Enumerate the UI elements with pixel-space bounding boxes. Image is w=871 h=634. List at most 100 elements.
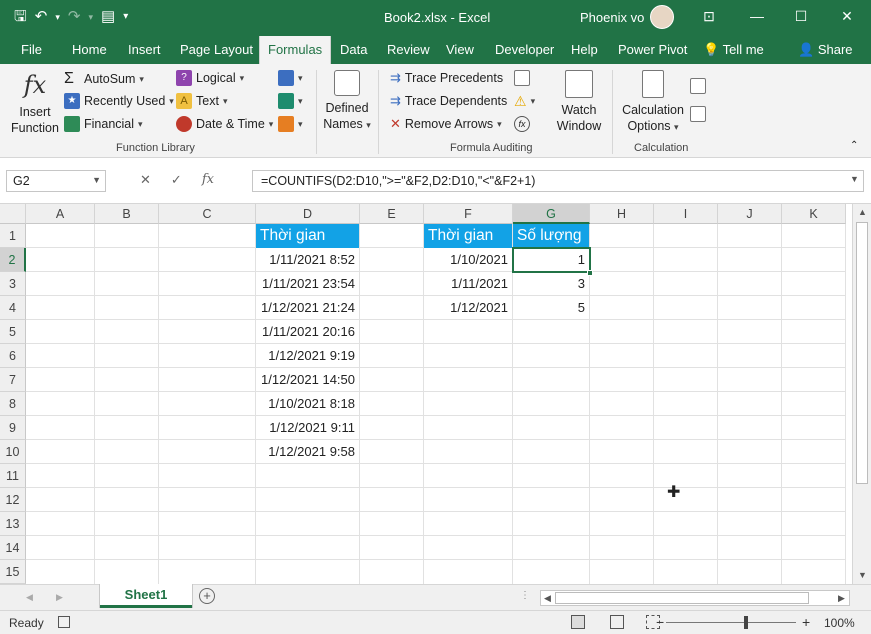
column-header[interactable]: D	[256, 204, 360, 224]
cell-d3[interactable]: 1/11/2021 23:54	[256, 272, 359, 296]
row-header[interactable]: 10	[0, 440, 26, 464]
tab-developer[interactable]: Developer	[495, 42, 554, 57]
worksheet-grid[interactable]: A B C D E F G H I J K 1 2 3 4 5 6 7 8 9 …	[0, 204, 852, 584]
vertical-scrollbar[interactable]: ▲ ▼	[852, 204, 871, 584]
recently-used-button[interactable]: ★ Recently Used ▾	[64, 93, 174, 109]
scroll-left-icon[interactable]: ◀	[544, 593, 551, 604]
column-header[interactable]: E	[360, 204, 424, 224]
sheet-scroll-left-icon[interactable]: ◀	[26, 592, 33, 603]
zoom-slider-thumb[interactable]	[744, 616, 748, 629]
cell-d10[interactable]: 1/12/2021 9:58	[256, 440, 359, 464]
row-header[interactable]: 3	[0, 272, 26, 296]
cell-f2[interactable]: 1/10/2021	[424, 248, 512, 272]
row-header[interactable]: 14	[0, 536, 26, 560]
redo-icon[interactable]: ↷	[68, 6, 81, 28]
cell-d9[interactable]: 1/12/2021 9:11	[256, 416, 359, 440]
sheet-scroll-right-icon[interactable]: ▶	[56, 592, 63, 603]
select-all-corner[interactable]	[0, 204, 26, 224]
insert-function-button[interactable]: fx Insert Function	[10, 70, 60, 136]
maximize-icon[interactable]: ☐	[791, 6, 811, 26]
autosum-button[interactable]: Σ AutoSum ▾	[64, 70, 144, 88]
row-header[interactable]: 8	[0, 392, 26, 416]
row-header[interactable]: 7	[0, 368, 26, 392]
calculation-options-button[interactable]: Calculation Options ▾	[620, 70, 686, 135]
remove-arrows-button[interactable]: ✕ Remove Arrows ▾	[390, 116, 502, 132]
horizontal-scrollbar[interactable]: ◀ ▶	[540, 590, 850, 606]
normal-view-icon[interactable]	[571, 615, 585, 629]
scroll-down-icon[interactable]: ▼	[858, 570, 867, 580]
zoom-slider[interactable]	[666, 622, 796, 623]
tab-formulas[interactable]: Formulas	[259, 36, 332, 64]
cell-d1[interactable]: Thời gian	[256, 224, 359, 248]
lookup-reference-button[interactable]: ▾	[278, 70, 303, 86]
tab-page-layout[interactable]: Page Layout	[180, 42, 253, 57]
cell-d7[interactable]: 1/12/2021 14:50	[256, 368, 359, 392]
cancel-icon[interactable]: ✕	[140, 172, 151, 188]
show-formulas-button[interactable]	[514, 70, 530, 86]
cell-d2[interactable]: 1/11/2021 8:52	[256, 248, 359, 272]
cell-f4[interactable]: 1/12/2021	[424, 296, 512, 320]
avatar[interactable]	[650, 5, 674, 29]
formula-input[interactable]: =COUNTIFS(D2:D10,">="&F2,D2:D10,"<"&F2+1…	[252, 170, 864, 192]
math-trig-button[interactable]: ▾	[278, 93, 303, 109]
cell-d8[interactable]: 1/10/2021 8:18	[256, 392, 359, 416]
cell-g4[interactable]: 5	[513, 296, 589, 320]
tab-data[interactable]: Data	[340, 42, 367, 57]
tab-view[interactable]: View	[446, 42, 474, 57]
add-sheet-icon[interactable]: +	[199, 588, 215, 604]
vertical-scroll-thumb[interactable]	[856, 222, 868, 484]
column-header[interactable]: B	[95, 204, 159, 224]
customize-qat-icon[interactable]: ▾	[123, 6, 128, 28]
column-header[interactable]: A	[26, 204, 95, 224]
tab-power-pivot[interactable]: Power Pivot	[618, 42, 687, 57]
error-checking-button[interactable]: ⚠ ▾	[514, 93, 535, 110]
column-header[interactable]: K	[782, 204, 846, 224]
zoom-in-icon[interactable]: +	[802, 614, 810, 630]
more-functions-button[interactable]: ▾	[278, 116, 303, 132]
cell-g2-selected[interactable]: 1	[512, 247, 591, 273]
row-header[interactable]: 13	[0, 512, 26, 536]
expand-formula-bar-icon[interactable]: ▼	[850, 174, 859, 184]
cell-f1[interactable]: Thời gian	[424, 224, 512, 248]
row-header[interactable]: 11	[0, 464, 26, 488]
cell-d6[interactable]: 1/12/2021 9:19	[256, 344, 359, 368]
redo-dropdown-icon[interactable]: ▾	[88, 6, 93, 28]
column-header[interactable]: H	[590, 204, 654, 224]
text-button[interactable]: A Text ▾	[176, 93, 227, 109]
row-header[interactable]: 4	[0, 296, 26, 320]
row-header[interactable]: 9	[0, 416, 26, 440]
cell-f3[interactable]: 1/11/2021	[424, 272, 512, 296]
cell-d5[interactable]: 1/11/2021 20:16	[256, 320, 359, 344]
horizontal-scroll-thumb[interactable]	[555, 592, 809, 604]
collapse-ribbon-icon[interactable]: ⌃	[850, 140, 858, 151]
scroll-right-icon[interactable]: ▶	[838, 593, 845, 604]
logical-button[interactable]: ? Logical ▾	[176, 70, 244, 86]
cell-d4[interactable]: 1/12/2021 21:24	[256, 296, 359, 320]
enter-icon[interactable]: ✓	[171, 172, 182, 188]
insert-function-icon[interactable]: fx	[202, 172, 214, 188]
row-header[interactable]: 1	[0, 224, 26, 248]
financial-button[interactable]: Financial ▾	[64, 116, 143, 132]
column-header[interactable]: C	[159, 204, 256, 224]
column-header[interactable]: J	[718, 204, 782, 224]
defined-names-button[interactable]: Defined Names ▾	[322, 70, 372, 133]
column-header[interactable]: I	[654, 204, 718, 224]
row-header[interactable]: 12	[0, 488, 26, 512]
macro-record-icon[interactable]	[58, 616, 70, 628]
tab-help[interactable]: Help	[571, 42, 598, 57]
row-header-selected[interactable]: 2	[0, 248, 26, 272]
row-header[interactable]: 6	[0, 344, 26, 368]
form-icon[interactable]: ▤	[101, 6, 115, 28]
row-header[interactable]: 5	[0, 320, 26, 344]
zoom-level[interactable]: 100%	[824, 616, 855, 630]
zoom-out-icon[interactable]: −	[656, 614, 664, 630]
scroll-up-icon[interactable]: ▲	[858, 207, 867, 217]
cell-g3[interactable]: 3	[513, 272, 589, 296]
column-header-selected[interactable]: G	[513, 204, 590, 224]
tab-insert[interactable]: Insert	[128, 42, 161, 57]
share-button[interactable]: 👤 Share	[798, 42, 853, 58]
calculate-now-button[interactable]	[690, 78, 706, 94]
trace-dependents-button[interactable]: ⇉ Trace Dependents	[390, 93, 507, 109]
tab-home[interactable]: Home	[72, 42, 107, 57]
calculate-sheet-button[interactable]	[690, 106, 706, 122]
